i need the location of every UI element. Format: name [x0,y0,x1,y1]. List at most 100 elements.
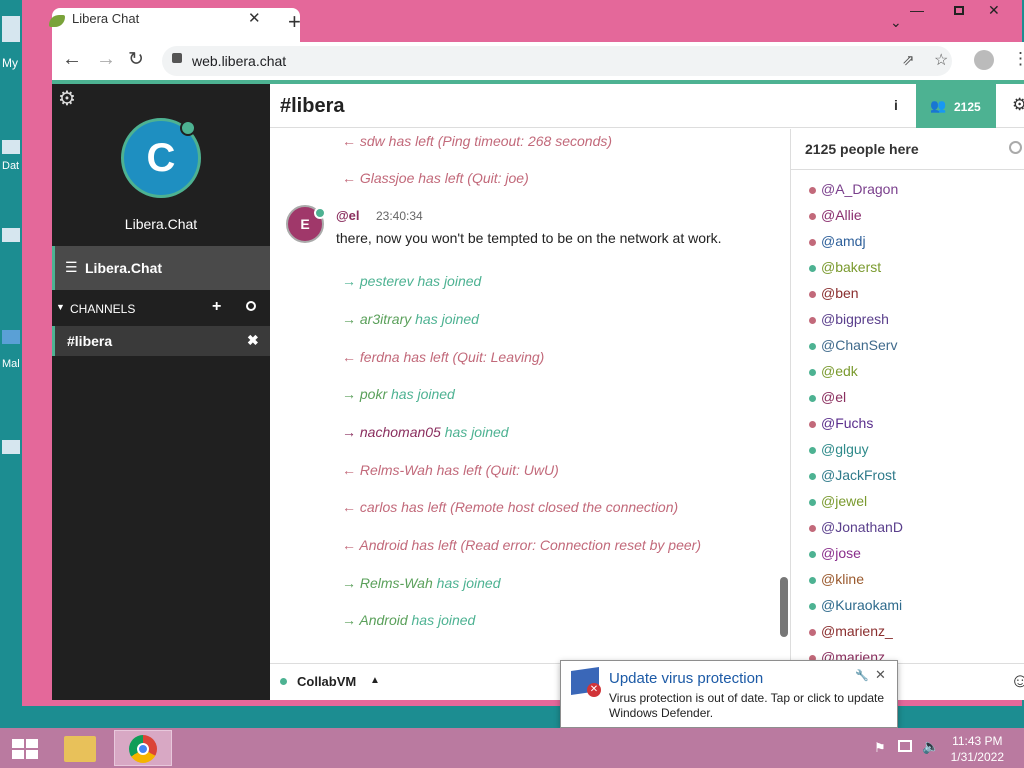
user-list-item[interactable]: @amdj [809,233,866,249]
channels-header: ▼ CHANNELS + [52,296,270,322]
notification-text: Virus protection is out of date. Tap or … [609,691,885,720]
user-status-dot [809,264,816,272]
join-text: has joined [440,424,509,440]
error-icon: ✕ [587,683,601,697]
user-status-dot [809,550,816,558]
user-list-item[interactable]: @JackFrost [809,467,896,483]
defender-tray-icon[interactable]: ⚑ [874,740,886,756]
address-bar[interactable]: web.libera.chat ⇗ ☆ [162,46,952,76]
page-title: #libera [280,95,345,117]
search-users-icon[interactable] [1009,141,1022,154]
join-text: has joined [387,386,455,402]
back-icon[interactable]: ← [62,48,82,71]
new-tab-icon[interactable]: + [288,11,301,33]
user-list-item[interactable]: @Fuchs [809,415,873,431]
user-status-dot [809,342,816,350]
menu-kebab-icon[interactable]: ⋮ [1012,49,1024,69]
users-icon: 👥 [930,98,947,113]
user-list-item[interactable]: @ben [809,285,859,301]
windows-start-icon[interactable] [12,739,38,759]
desktop-icon-my[interactable]: My [2,16,20,70]
message-nick[interactable]: @el [336,208,360,223]
user-list-item[interactable]: @el [809,389,846,405]
user-list-item[interactable]: @A_Dragon [809,181,898,197]
close-notification-icon[interactable]: ✕ [875,667,886,683]
user-list-item[interactable]: @Kuraokami [809,597,902,613]
user-list-item[interactable]: @edk [809,363,858,379]
close-channel-icon[interactable]: ✖ [247,332,259,349]
bookmark-star-icon[interactable]: ☆ [934,50,948,70]
user-nick: @Fuchs [821,415,874,431]
message-part: ← Android has left (Read error: Connecti… [342,537,701,553]
collapse-caret-icon[interactable]: ▼ [56,302,65,312]
user-nick: @kline [821,571,865,587]
join-text: has joined [413,273,482,289]
desktop-icon-label: Dat [2,160,20,172]
share-icon[interactable]: ⇗ [902,51,915,69]
user-list-item[interactable]: @bakerst [809,259,881,275]
desktop-icon-dat[interactable]: Dat [2,140,20,172]
online-status-dot [180,120,196,136]
emoji-icon[interactable]: ☺ [1010,670,1024,693]
maximize-icon[interactable] [954,6,964,15]
desktop-icon-mal[interactable]: Mal [2,330,20,370]
desktop-icon-image [2,140,20,154]
clock-date: 1/31/2022 [950,750,1004,764]
channel-info-icon[interactable]: i [894,97,898,113]
sidebar-item-network[interactable]: ☰ Libera.Chat [52,246,270,290]
sidebar-item-libera[interactable]: #libera ✖ [52,326,270,356]
url-text[interactable]: web.libera.chat [192,53,286,69]
network-tray-icon[interactable] [898,740,912,752]
message-list: ← sdw has left (Ping timeout: 268 second… [270,129,790,663]
online-status-dot [314,207,326,219]
user-list-item[interactable]: @glguy [809,441,869,457]
user-nick: @jewel [821,493,868,509]
caret-up-icon[interactable]: ▲ [370,675,380,686]
users-toggle-button[interactable]: 👥 2125 [916,84,996,128]
message-time: 23:40:34 [376,209,423,223]
wrench-icon[interactable]: 🔧 [855,669,869,682]
user-list-item[interactable]: @kline [809,571,864,587]
message-scrollbar[interactable] [780,577,788,637]
user-list-item[interactable]: @JonathanD [809,519,903,535]
desktop-icon[interactable] [2,440,20,454]
settings-gear-icon[interactable]: ⚙ [58,86,76,111]
user-status-dot [809,368,816,376]
join-text: has joined [432,575,501,591]
join-nick: → Relms-Wah [342,575,433,591]
message-part: ← Glassjoe has left (Quit: joe) [342,170,529,186]
minimize-icon[interactable]: — [910,2,924,18]
network-name: Libera.Chat [124,216,198,232]
taskbar-chrome-button[interactable] [114,730,172,766]
user-list-item[interactable]: @ChanServ [809,337,897,353]
channel-settings-gear-icon[interactable]: ⚙ [1012,95,1024,115]
user-list-item[interactable]: @marienz_ [809,623,893,639]
user-status-dot [809,628,816,636]
user-nick: @el [821,389,847,405]
desktop-icon-image [2,330,20,344]
reload-icon[interactable]: ↻ [128,48,144,71]
channels-label: CHANNELS [70,302,136,316]
file-explorer-icon[interactable] [64,736,96,762]
network-label[interactable]: CollabVM [297,674,356,689]
join-nick: → ar3itrary [342,311,412,327]
add-channel-icon[interactable]: + [212,298,221,316]
user-nick: @A_Dragon [821,181,899,197]
user-nick: @JackFrost [821,467,896,483]
forward-icon[interactable]: → [96,48,116,71]
search-channel-icon[interactable] [246,301,256,311]
defender-notification[interactable]: ✕ Update virus protection Virus protecti… [560,660,898,728]
tab-close-icon[interactable]: ✕ [248,9,261,27]
user-list-item[interactable]: @bigpresh [809,311,889,327]
close-window-icon[interactable]: ✕ [988,2,1000,19]
tab-search-chevron-icon[interactable]: ⌄ [890,14,902,31]
taskbar-clock[interactable]: 11:43 PM 1/31/2022 [951,733,1004,765]
message-part: ← ferdna has left (Quit: Leaving) [342,349,545,365]
user-list-item[interactable]: @jose [809,545,861,561]
user-list-item[interactable]: @jewel [809,493,867,509]
volume-muted-icon[interactable]: 🔈 [922,738,939,755]
desktop-icon[interactable] [2,228,20,242]
profile-icon[interactable] [974,50,994,70]
user-nick: @Kuraokami [821,597,903,613]
user-list-item[interactable]: @Allie [809,207,862,223]
